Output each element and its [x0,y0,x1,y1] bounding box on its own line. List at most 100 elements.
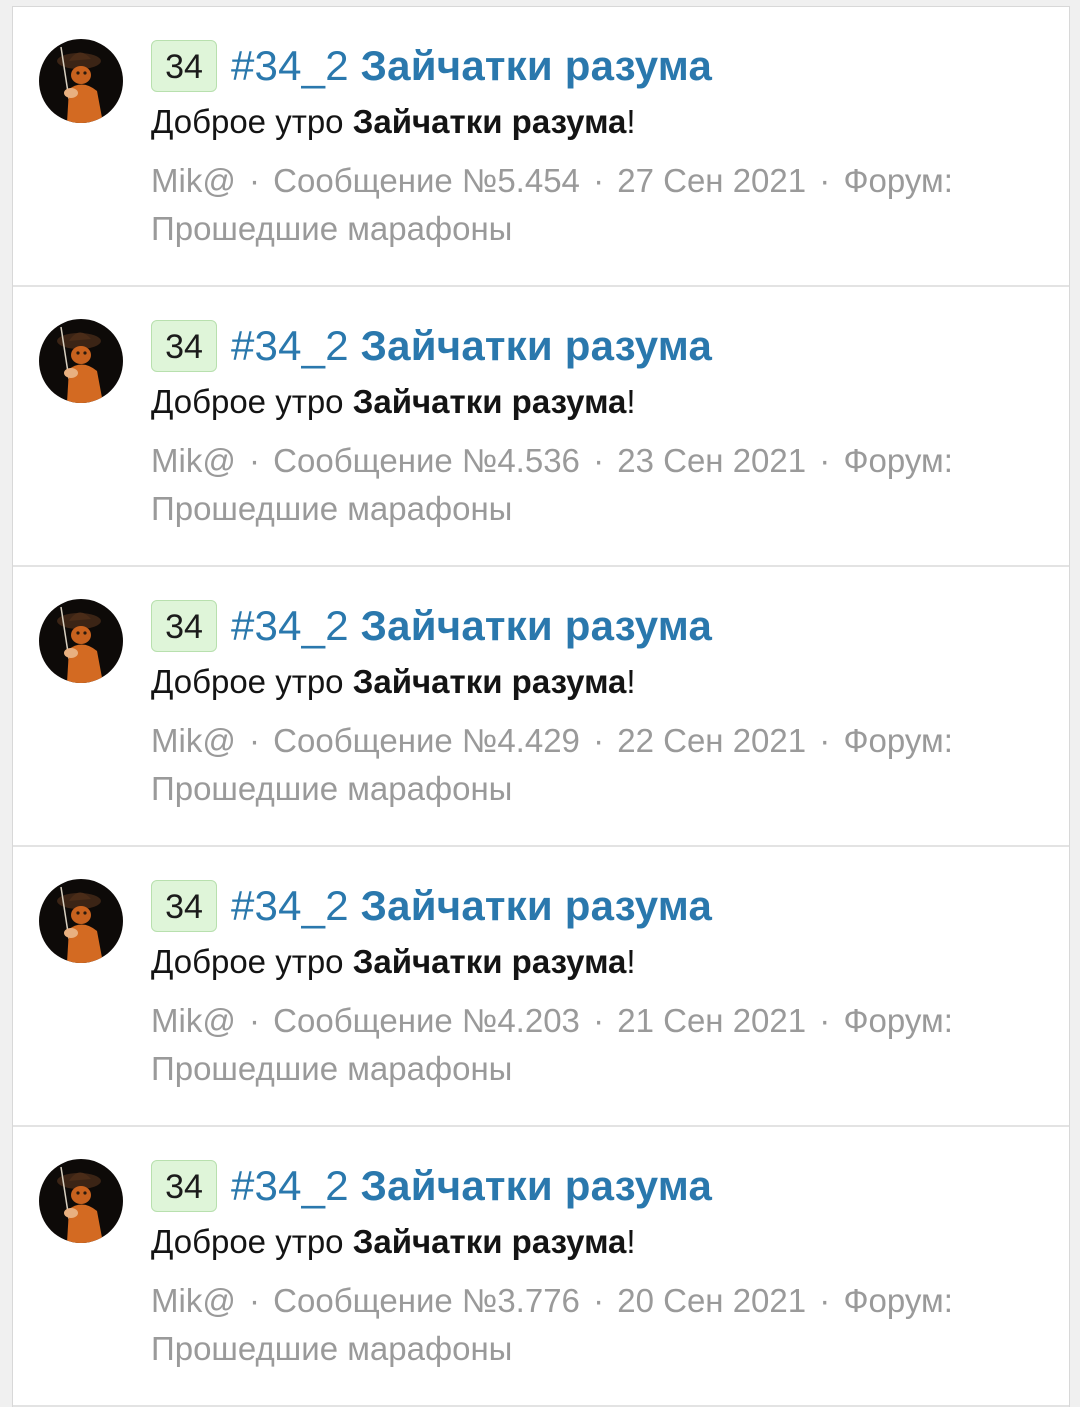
avatar[interactable] [39,599,123,683]
snippet-end: ! [626,383,636,420]
snippet-highlight: Зайчатки разума [352,1223,627,1260]
thread-title-highlight: Зайчатки разума [360,322,713,369]
author-link[interactable]: Mik@ [151,722,236,759]
thread-title-prefix: #34_2 [231,602,349,649]
result-title-row: 34 #34_2 Зайчатки разума [151,319,712,373]
snippet-highlight: Зайчатки разума [352,943,627,980]
post-date: 20 Сен 2021 [617,1282,807,1319]
result-meta: Mik@ · Сообщение №4.429 · 22 Сен 2021 · … [151,717,971,813]
forum-link[interactable]: Прошедшие марафоны [151,1050,512,1087]
result-title-row: 34 #34_2 Зайчатки разума [151,39,712,93]
snippet-text: Доброе утро [151,383,353,420]
avatar[interactable] [39,319,123,403]
result-title-row: 34 #34_2 Зайчатки разума [151,879,712,933]
snippet-text: Доброе утро [151,943,353,980]
meta-separator: · [249,722,260,759]
reply-count-badge: 34 [151,1160,217,1212]
result-meta: Mik@ · Сообщение №3.776 · 20 Сен 2021 · … [151,1277,971,1373]
thread-title-link[interactable]: #34_2 Зайчатки разума [231,882,712,930]
reply-count-badge: 34 [151,320,217,372]
search-result-item[interactable]: 34 #34_2 Зайчатки разума Доброе утро Зай… [13,287,1069,567]
result-meta: Mik@ · Сообщение №5.454 · 27 Сен 2021 · … [151,157,971,253]
thread-title-link[interactable]: #34_2 Зайчатки разума [231,42,712,90]
meta-separator: · [593,1282,605,1319]
meta-separator: · [593,1002,605,1039]
avatar-cat-musketeer-icon [39,879,123,963]
snippet-end: ! [626,663,636,700]
meta-separator: · [819,722,831,759]
forum-label: Форум: [843,1002,953,1039]
meta-separator: · [593,722,605,759]
snippet-end: ! [626,943,636,980]
meta-separator: · [819,1002,831,1039]
reply-count-badge: 34 [151,880,217,932]
message-link[interactable]: Сообщение №3.776 [273,1282,580,1319]
post-date: 27 Сен 2021 [617,162,807,199]
snippet-highlight: Зайчатки разума [352,103,627,140]
forum-link[interactable]: Прошедшие марафоны [151,210,512,247]
thread-title-prefix: #34_2 [231,42,349,89]
result-title-row: 34 #34_2 Зайчатки разума [151,599,712,653]
message-link[interactable]: Сообщение №4.536 [273,442,580,479]
snippet-end: ! [626,1223,636,1260]
thread-title-prefix: #34_2 [231,882,349,929]
result-meta: Mik@ · Сообщение №4.203 · 21 Сен 2021 · … [151,997,971,1093]
message-link[interactable]: Сообщение №4.429 [273,722,580,759]
forum-label: Форум: [843,1282,953,1319]
message-link[interactable]: Сообщение №4.203 [273,1002,580,1039]
snippet-end: ! [626,103,636,140]
forum-label: Форум: [843,722,953,759]
thread-title-link[interactable]: #34_2 Зайчатки разума [231,1162,712,1210]
author-link[interactable]: Mik@ [151,1282,236,1319]
forum-link[interactable]: Прошедшие марафоны [151,1330,512,1367]
forum-link[interactable]: Прошедшие марафоны [151,770,512,807]
thread-title-highlight: Зайчатки разума [360,602,713,649]
snippet-highlight: Зайчатки разума [352,383,627,420]
author-link[interactable]: Mik@ [151,1002,236,1039]
thread-title-highlight: Зайчатки разума [360,882,713,929]
meta-separator: · [593,162,605,199]
thread-title-link[interactable]: #34_2 Зайчатки разума [231,322,712,370]
meta-separator: · [249,1002,260,1039]
result-snippet: Доброе утро Зайчатки разума! [151,383,636,421]
reply-count-badge: 34 [151,40,217,92]
message-link[interactable]: Сообщение №5.454 [273,162,580,199]
post-date: 23 Сен 2021 [617,442,807,479]
snippet-text: Доброе утро [151,663,353,700]
author-link[interactable]: Mik@ [151,162,236,199]
meta-separator: · [819,162,831,199]
meta-separator: · [819,1282,831,1319]
avatar-cat-musketeer-icon [39,599,123,683]
snippet-highlight: Зайчатки разума [352,663,627,700]
post-date: 21 Сен 2021 [617,1002,807,1039]
search-results-list: 34 #34_2 Зайчатки разума Доброе утро Зай… [12,6,1070,1407]
result-snippet: Доброе утро Зайчатки разума! [151,663,636,701]
avatar-cat-musketeer-icon [39,319,123,403]
post-date: 22 Сен 2021 [617,722,807,759]
search-result-item[interactable]: 34 #34_2 Зайчатки разума Доброе утро Зай… [13,847,1069,1127]
search-result-item[interactable]: 34 #34_2 Зайчатки разума Доброе утро Зай… [13,1127,1069,1407]
avatar[interactable] [39,879,123,963]
thread-title-link[interactable]: #34_2 Зайчатки разума [231,602,712,650]
avatar[interactable] [39,1159,123,1243]
search-result-item[interactable]: 34 #34_2 Зайчатки разума Доброе утро Зай… [13,567,1069,847]
avatar-cat-musketeer-icon [39,39,123,123]
avatar[interactable] [39,39,123,123]
meta-separator: · [249,162,260,199]
meta-separator: · [819,442,831,479]
result-snippet: Доброе утро Зайчатки разума! [151,1223,636,1261]
forum-label: Форум: [843,162,953,199]
thread-title-prefix: #34_2 [231,1162,349,1209]
result-title-row: 34 #34_2 Зайчатки разума [151,1159,712,1213]
snippet-text: Доброе утро [151,1223,353,1260]
search-result-item[interactable]: 34 #34_2 Зайчатки разума Доброе утро Зай… [13,7,1069,287]
result-snippet: Доброе утро Зайчатки разума! [151,943,636,981]
forum-link[interactable]: Прошедшие марафоны [151,490,512,527]
meta-separator: · [593,442,605,479]
avatar-cat-musketeer-icon [39,1159,123,1243]
meta-separator: · [249,442,260,479]
result-meta: Mik@ · Сообщение №4.536 · 23 Сен 2021 · … [151,437,971,533]
thread-title-prefix: #34_2 [231,322,349,369]
author-link[interactable]: Mik@ [151,442,236,479]
forum-label: Форум: [843,442,953,479]
